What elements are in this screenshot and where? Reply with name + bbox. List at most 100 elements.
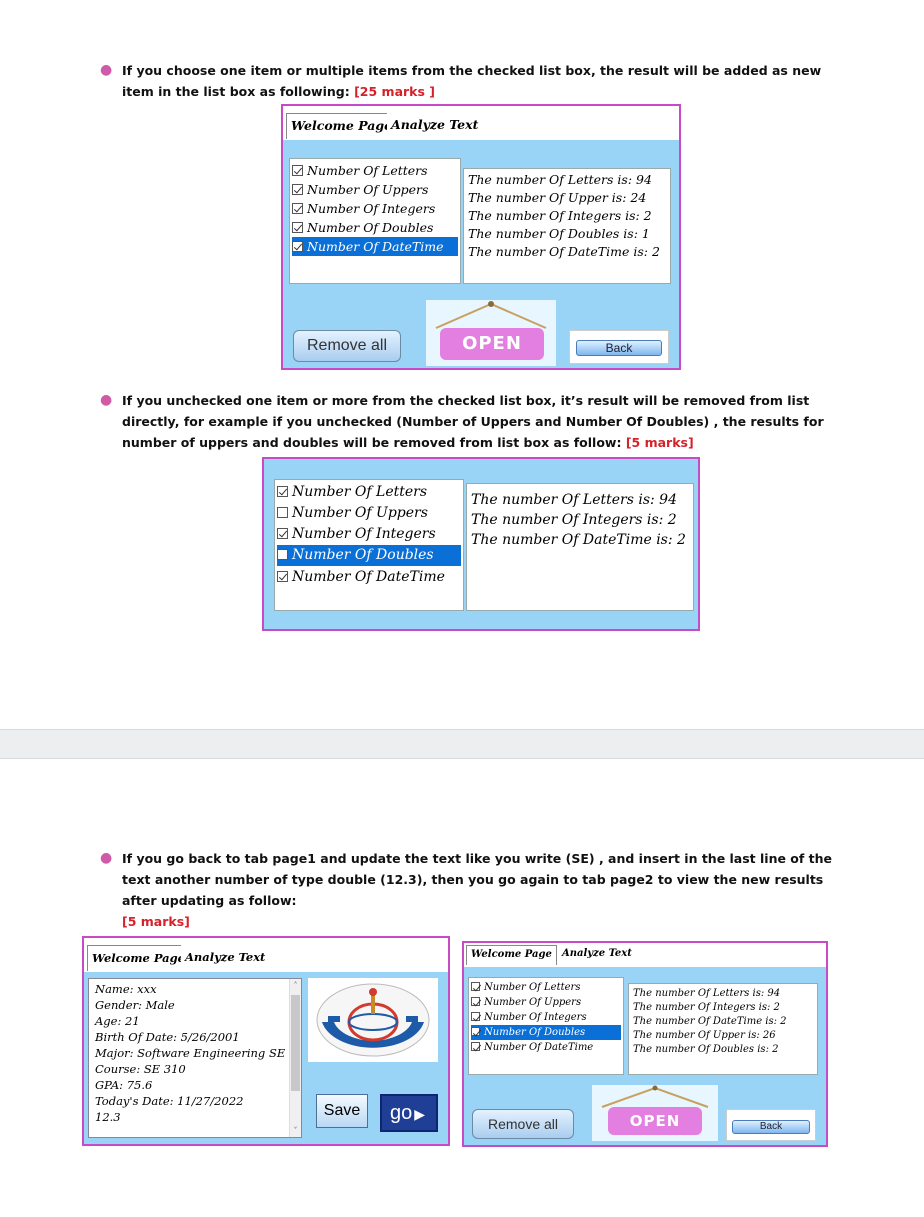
checklist-item[interactable]: Number Of Uppers	[292, 180, 458, 199]
open-button-frame: OPEN	[592, 1085, 718, 1141]
result-item[interactable]: The number Of Integers is: 2	[468, 207, 652, 225]
tab-page-body: Number Of Letters Number Of Uppers Numbe…	[264, 459, 698, 629]
app-window-3: Welcome Page Analyze Text Name: xxx Gend…	[82, 936, 450, 1146]
marks-label: [25 marks ]	[354, 84, 435, 99]
scroll-up-icon[interactable]: ˄	[291, 981, 300, 990]
checked-list-box[interactable]: Number Of Letters Number Of Uppers Numbe…	[468, 977, 624, 1075]
result-item[interactable]: The number Of Letters is: 94	[471, 490, 677, 510]
checkbox-icon[interactable]	[471, 1042, 480, 1051]
checklist-item[interactable]: Number Of DateTime	[471, 1040, 621, 1055]
text-line: GPA: 75.6	[95, 1078, 153, 1092]
checkbox-icon[interactable]	[277, 507, 288, 518]
open-button[interactable]: OPEN	[608, 1107, 702, 1135]
tab-welcome-page[interactable]: Welcome Page	[286, 113, 398, 139]
text-line: Course: SE 310	[95, 1062, 186, 1076]
paragraph-2: ● If you unchecked one item or more from…	[100, 390, 840, 453]
checkbox-icon[interactable]	[292, 241, 303, 252]
result-item[interactable]: The number Of Doubles is: 1	[468, 225, 650, 243]
checklist-item[interactable]: Number Of DateTime	[277, 567, 461, 588]
back-button[interactable]: Back	[576, 340, 662, 356]
checkbox-icon[interactable]	[292, 165, 303, 176]
go-button[interactable]: go ▶	[380, 1094, 438, 1132]
checkbox-icon[interactable]	[471, 1027, 480, 1036]
checklist-item[interactable]: Number Of Uppers	[277, 503, 461, 524]
results-list-box[interactable]: The number Of Letters is: 94 The number …	[466, 483, 694, 611]
app-window-2: Number Of Letters Number Of Uppers Numbe…	[262, 457, 700, 631]
back-button[interactable]: Back	[732, 1120, 810, 1134]
result-item[interactable]: The number Of DateTime is: 2	[468, 243, 660, 261]
bullet-icon: ●	[100, 850, 113, 866]
checkbox-icon[interactable]	[292, 203, 303, 214]
result-item[interactable]: The number Of DateTime is: 2	[471, 530, 686, 550]
result-item[interactable]: The number Of DateTime is: 2	[633, 1015, 787, 1029]
checked-list-box[interactable]: Number Of Letters Number Of Uppers Numbe…	[289, 158, 461, 284]
tab-analyze-text[interactable]: Analyze Text	[181, 945, 270, 971]
tab-page-body: Number Of Letters Number Of Uppers Numbe…	[283, 140, 679, 368]
scroll-thumb[interactable]	[291, 995, 300, 1091]
result-item[interactable]: The number Of Upper is: 24	[468, 189, 646, 207]
paragraph-1: ● If you choose one item or multiple ite…	[100, 60, 840, 102]
tab-page-body: Number Of Letters Number Of Uppers Numbe…	[464, 967, 826, 1145]
vertical-scrollbar[interactable]: ˄ ˅	[289, 979, 301, 1137]
text-line: Gender: Male	[95, 998, 175, 1012]
save-button[interactable]: Save	[316, 1094, 368, 1128]
result-item[interactable]: The number Of Doubles is: 2	[633, 1043, 778, 1057]
result-item[interactable]: The number Of Letters is: 94	[468, 171, 652, 189]
text-line: Age: 21	[95, 1014, 140, 1028]
checked-list-box[interactable]: Number Of Letters Number Of Uppers Numbe…	[274, 479, 464, 611]
info-textbox[interactable]: Name: xxx Gender: Male Age: 21 Birth Of …	[88, 978, 302, 1138]
results-list-box[interactable]: The number Of Letters is: 94 The number …	[628, 983, 818, 1075]
app-window-1: Welcome Page Analyze Text Number Of Lett…	[281, 104, 681, 370]
scroll-down-icon[interactable]: ˅	[291, 1126, 300, 1135]
text-line: 12.3	[95, 1110, 121, 1124]
bullet-icon: ●	[100, 392, 113, 408]
marks-label: [5 marks]	[122, 914, 190, 929]
logo-seal-icon	[316, 983, 430, 1057]
checkbox-icon[interactable]	[292, 222, 303, 233]
checkbox-icon[interactable]	[277, 528, 288, 539]
remove-all-button[interactable]: Remove all	[472, 1109, 574, 1139]
play-arrow-icon: ▶	[414, 1106, 426, 1122]
open-button[interactable]: OPEN	[440, 328, 544, 360]
checklist-item[interactable]: Number Of Integers	[277, 524, 461, 545]
tab-strip: Welcome Page Analyze Text	[84, 938, 448, 972]
checkbox-icon[interactable]	[471, 982, 480, 991]
checklist-item[interactable]: Number Of Integers	[471, 1010, 621, 1025]
checklist-item[interactable]: Number Of Doubles	[471, 1025, 621, 1040]
checklist-item[interactable]: Number Of Letters	[277, 482, 461, 503]
result-item[interactable]: The number Of Letters is: 94	[633, 987, 780, 1001]
back-button-frame: Back	[726, 1109, 816, 1141]
result-item[interactable]: The number Of Upper is: 26	[633, 1029, 776, 1043]
checkbox-icon[interactable]	[471, 1012, 480, 1021]
tab-welcome-page[interactable]: Welcome Page	[87, 945, 190, 971]
checklist-item[interactable]: Number Of Letters	[292, 161, 458, 180]
checklist-item[interactable]: Number Of Letters	[471, 980, 621, 995]
result-item[interactable]: The number Of Integers is: 2	[471, 510, 677, 530]
checklist-item[interactable]: Number Of Integers	[292, 199, 458, 218]
tab-analyze-text[interactable]: Analyze Text	[558, 945, 636, 965]
remove-all-button[interactable]: Remove all	[293, 330, 401, 362]
tab-welcome-page[interactable]: Welcome Page	[466, 945, 557, 965]
checklist-item[interactable]: Number Of DateTime	[292, 237, 458, 256]
open-button-frame: OPEN	[426, 300, 556, 366]
university-logo	[308, 978, 438, 1062]
result-item[interactable]: The number Of Integers is: 2	[633, 1001, 780, 1015]
hanger-icon	[435, 301, 547, 329]
hanger-icon	[601, 1085, 709, 1108]
paragraph-3: ● If you go back to tab page1 and update…	[100, 848, 840, 932]
bullet-icon: ●	[100, 62, 113, 78]
text-line: Today's Date: 11/27/2022	[95, 1094, 244, 1108]
checklist-item[interactable]: Number Of Doubles	[277, 545, 461, 566]
checkbox-icon[interactable]	[277, 486, 288, 497]
checkbox-icon[interactable]	[277, 571, 288, 582]
checkbox-icon[interactable]	[471, 997, 480, 1006]
page-divider	[0, 729, 924, 759]
tab-analyze-text[interactable]: Analyze Text	[387, 113, 483, 139]
checkbox-icon[interactable]	[277, 549, 288, 560]
tab-page-body: Name: xxx Gender: Male Age: 21 Birth Of …	[84, 972, 448, 1144]
checklist-item[interactable]: Number Of Doubles	[292, 218, 458, 237]
checklist-item[interactable]: Number Of Uppers	[471, 995, 621, 1010]
tab-strip: Welcome Page Analyze Text	[464, 943, 826, 967]
checkbox-icon[interactable]	[292, 184, 303, 195]
results-list-box[interactable]: The number Of Letters is: 94 The number …	[463, 168, 671, 284]
